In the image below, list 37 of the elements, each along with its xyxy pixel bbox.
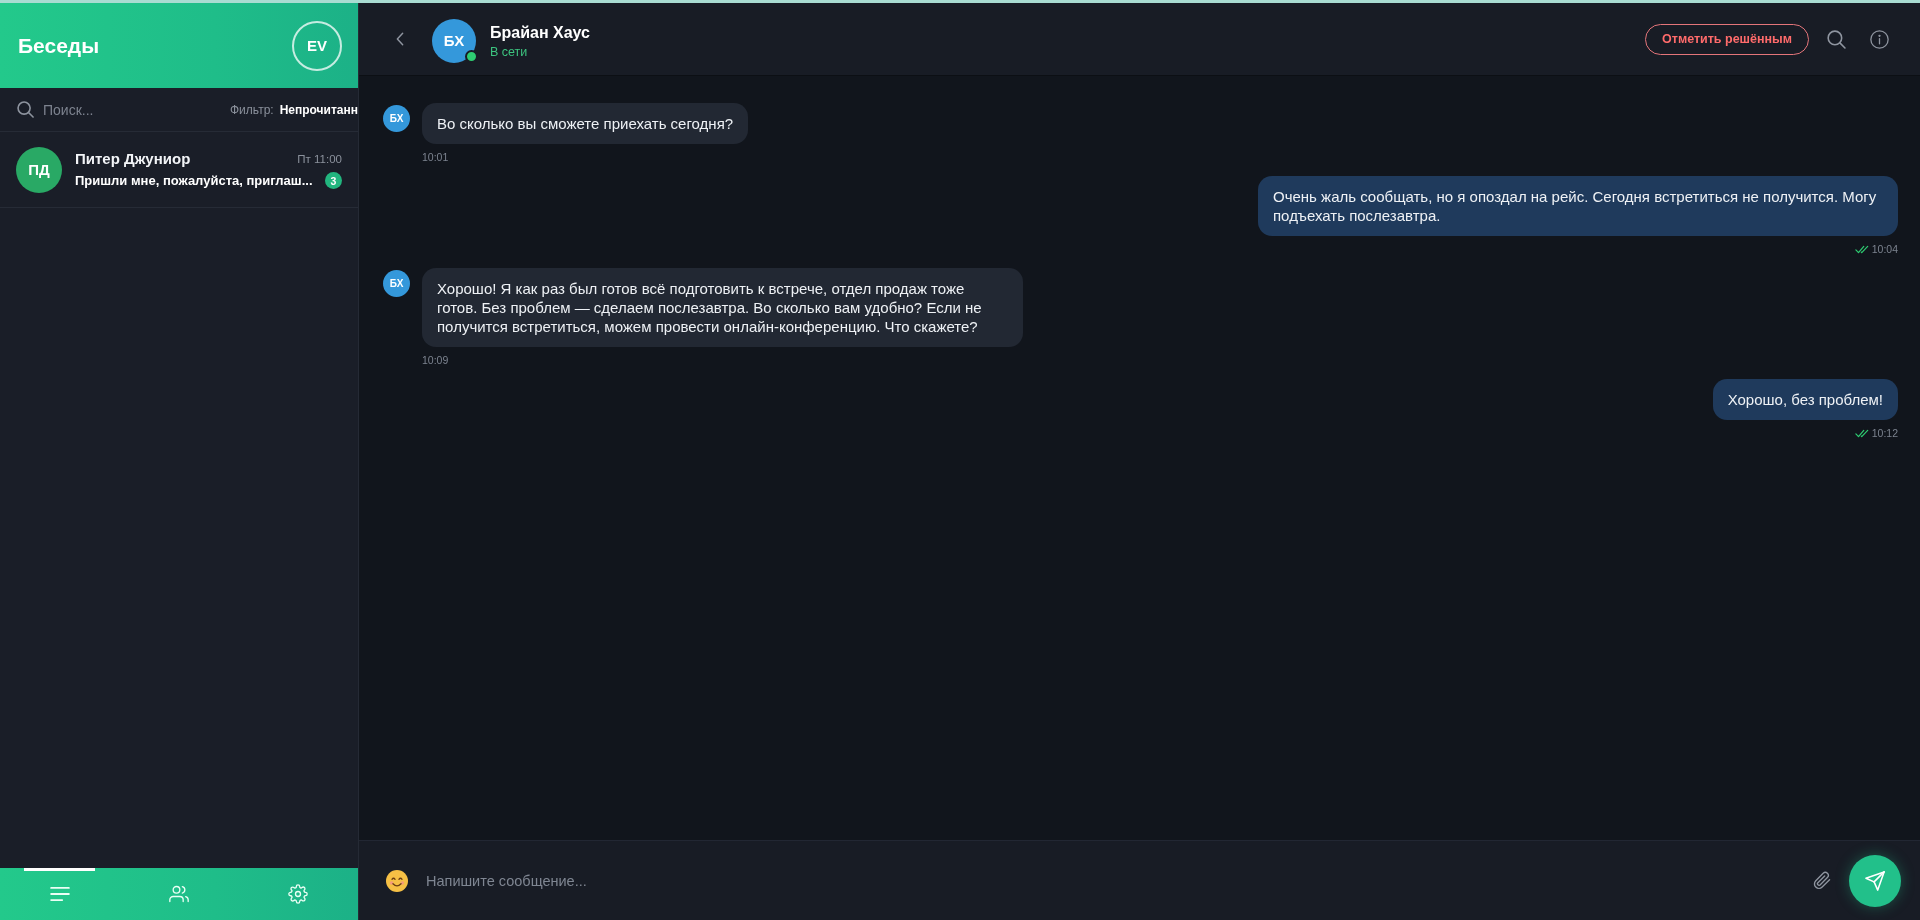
search-icon	[17, 101, 34, 118]
contact-avatar: БХ	[432, 18, 476, 63]
conversation-item[interactable]: ПД Питер Джуниор Пт 11:00 Пришли мне, пожалуйста, приглаш... 3	[0, 132, 358, 208]
send-button[interactable]	[1849, 854, 1901, 907]
sender-avatar: БХ	[383, 105, 410, 132]
sender-avatar: БХ	[383, 270, 410, 297]
composer-bar[interactable]: Напишите сообщение...	[359, 840, 1920, 920]
settings-icon	[288, 884, 309, 904]
contact-avatar: ПД	[16, 146, 62, 193]
send-icon	[1865, 870, 1885, 891]
paperclip-icon	[1813, 871, 1831, 890]
message-bubble: Очень жаль сообщать, но я опоздал на рейс. Сегодня встретиться не получится. Могу подъехать послезавтра.	[1258, 176, 1898, 236]
message-time: 10:09	[422, 353, 449, 367]
list-icon	[49, 884, 70, 904]
message-bubble: Хорошо! Я как раз был готов всё подготовить к встрече, отдел продаж тоже готов. Без проблем — сделаем послезавтра. Во сколько вам удобно? Если не получится встретиться, можем провести онлайн-конференцию. Что скажете?	[422, 268, 1023, 347]
smiley-icon	[386, 869, 408, 892]
search-icon	[1826, 29, 1846, 49]
message-time: 10:01	[422, 150, 449, 164]
message-time: Пт 11:00	[297, 152, 342, 165]
chevron-left-icon	[396, 32, 404, 46]
users-icon	[169, 884, 189, 904]
search-field[interactable]: Поиск...	[43, 97, 230, 122]
contact-status: В сети	[490, 44, 529, 59]
filter-dropdown[interactable]: Непрочитанн	[279, 102, 358, 117]
message-time: 10:12	[1871, 426, 1898, 440]
message-time: 10:04	[1871, 242, 1898, 256]
sidebar-title: Беседы	[18, 33, 100, 58]
filter-label: Фильтр:	[230, 102, 274, 117]
message-bubble: Хорошо, без проблем!	[1712, 379, 1898, 420]
emoji-button[interactable]	[385, 868, 409, 893]
message-preview: Пришли мне, пожалуйста, приглаш...	[75, 173, 313, 188]
info-icon	[1869, 29, 1889, 49]
message-input[interactable]: Напишите сообщение...	[426, 865, 1807, 896]
contact-name: Брайан Хаус	[490, 23, 590, 42]
message-bubble: Во сколько вы сможете приехать сегодня?	[422, 103, 749, 144]
unread-badge: 3	[325, 172, 342, 189]
contact-name: Питер Джуниор	[75, 150, 191, 167]
